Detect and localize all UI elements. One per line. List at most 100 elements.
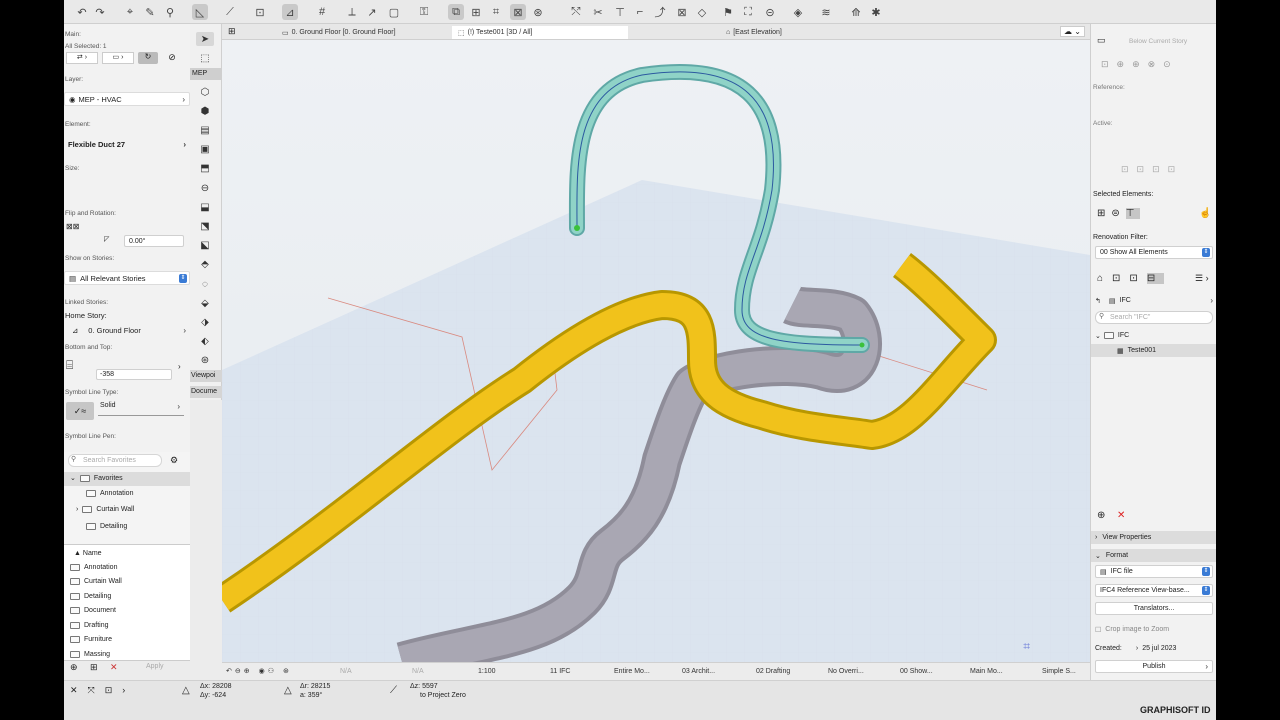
name-column-header[interactable]: ▲ Name: [74, 550, 102, 557]
marquee-tool-icon[interactable]: ⬚: [196, 51, 214, 65]
pen-set-select[interactable]: 03 Archit...: [682, 664, 715, 678]
favorite-item[interactable]: Annotation: [86, 490, 133, 497]
lock-icon[interactable]: ⚿: [416, 4, 432, 20]
intersect-icon[interactable]: ⊤: [612, 4, 628, 20]
duct-fitting-icon[interactable]: ⬢: [196, 104, 214, 118]
format-select[interactable]: ▤ IFC file ⇕: [1095, 565, 1213, 578]
frame-icon[interactable]: ⤴: [652, 4, 668, 20]
home-story-select[interactable]: ⊿ 0. Ground Floor ›: [64, 323, 190, 337]
tree-root[interactable]: ⌄ IFC: [1091, 329, 1216, 342]
duct-endpoint[interactable]: [859, 342, 865, 348]
flag-icon[interactable]: ⚑: [720, 4, 736, 20]
save-favorite-icon[interactable]: ⊞: [90, 662, 98, 673]
hand-icon[interactable]: ☝: [1199, 208, 1211, 219]
status-na-1[interactable]: N/A: [340, 664, 352, 678]
terminal-icon[interactable]: ⬓: [196, 200, 214, 214]
coord-az[interactable]: Δz: 5597: [410, 683, 438, 690]
snap-icon[interactable]: ⊡: [252, 4, 268, 20]
arrow-tool-icon[interactable]: ◺: [192, 4, 208, 20]
story-icon[interactable]: ▭: [1097, 35, 1106, 46]
selection-shape-icon[interactable]: ▭ ›: [102, 52, 134, 64]
rotation-input[interactable]: 0.00°: [124, 235, 184, 247]
override-select[interactable]: No Overri...: [828, 664, 864, 678]
bend-icon[interactable]: ⬖: [196, 334, 214, 348]
duct-endpoint[interactable]: [574, 225, 580, 231]
ifc-selector[interactable]: ↰ ▤ IFC ›: [1091, 294, 1216, 307]
model-view-select[interactable]: Entire Mo...: [614, 664, 650, 678]
favorite-item[interactable]: Detailing: [86, 523, 127, 530]
coord-ay[interactable]: Δy: -624: [200, 692, 226, 699]
coord-ar[interactable]: Δr: 28215: [300, 683, 330, 690]
sync-icon[interactable]: ⊝: [762, 4, 778, 20]
favorites-search-input[interactable]: Search Favorites: [68, 454, 162, 467]
equipment-icon[interactable]: ⬘: [196, 257, 214, 271]
arrow-tool-icon[interactable]: ➤: [196, 32, 214, 46]
3d-icon[interactable]: ⌗: [488, 4, 504, 20]
measure-icon[interactable]: ⟂: [344, 4, 360, 20]
selection-method-icon[interactable]: ⇄ ›: [66, 52, 98, 64]
status-na-2[interactable]: N/A: [412, 664, 424, 678]
line-tool-icon[interactable]: ⟋: [222, 4, 238, 20]
partial-structure-select[interactable]: Simple S...: [1042, 664, 1076, 678]
favorite-item[interactable]: › Curtain Wall: [76, 506, 134, 513]
view-properties-header[interactable]: › View Properties: [1091, 531, 1216, 544]
new-folder-icon[interactable]: ⊕: [1097, 510, 1105, 521]
mep-group-label[interactable]: MEP: [190, 68, 222, 80]
view-options-icon[interactable]: ☁ ⌄: [1060, 26, 1085, 37]
eyedropper-icon[interactable]: ✎: [142, 4, 158, 20]
transition-icon[interactable]: ⬔: [196, 219, 214, 233]
document-group-label[interactable]: Docume: [190, 386, 222, 398]
ifc-version-select[interactable]: IFC4 Reference View-base... ⇕: [1095, 584, 1213, 597]
tree-item-teste001[interactable]: ▦ Teste001: [1091, 344, 1216, 357]
layer-icon[interactable]: ▢: [386, 4, 402, 20]
flex-pipe-icon[interactable]: ◌: [196, 277, 214, 291]
trace-icon[interactable]: ⧉: [448, 4, 464, 20]
viewpoint-group-label[interactable]: Viewpoi: [190, 370, 222, 382]
pick-up-icon[interactable]: ⌖: [122, 4, 138, 20]
tab-3d[interactable]: ⬚ (!) Teste001 [3D / All]: [452, 26, 628, 39]
guide-icon[interactable]: ⊿: [282, 4, 298, 20]
curve-icon[interactable]: ⌐: [632, 4, 648, 20]
layer-select[interactable]: ◉ MEP - HVAC ›: [64, 92, 190, 106]
list-item[interactable]: Massing: [70, 651, 110, 658]
favorites-folder[interactable]: ⌄ Favorites: [70, 474, 123, 482]
scale-select[interactable]: 1:100: [478, 664, 496, 678]
renovation-filter-select[interactable]: 00 Show All Elements ⇕: [1095, 246, 1213, 259]
zoom-controls[interactable]: ↶ ⊖ ⊕ ◉ ⚇ ⊛: [226, 664, 289, 678]
add-favorite-icon[interactable]: ⊕: [70, 662, 78, 673]
duct-tool-icon[interactable]: ⬡: [196, 85, 214, 99]
navigation-cube-icon[interactable]: ⌗: [1023, 639, 1030, 654]
pointer-icon[interactable]: ↗: [364, 4, 380, 20]
renovation-select[interactable]: 00 Show...: [900, 664, 933, 678]
list-item[interactable]: Drafting: [70, 622, 109, 629]
marker-icon[interactable]: ◇: [694, 4, 710, 20]
gear-icon[interactable]: ✱: [868, 4, 884, 20]
branch-icon[interactable]: ⬕: [196, 238, 214, 252]
split-icon[interactable]: ⤲: [568, 4, 584, 20]
symbol-line-type-select[interactable]: Solid ›: [98, 402, 184, 416]
coord-ax[interactable]: Δx: 28208: [200, 683, 232, 690]
compare-icons[interactable]: ⊡⊡⊡⊡: [1121, 164, 1183, 175]
gear-icon[interactable]: ⚙: [170, 455, 178, 466]
show-on-stories-select[interactable]: ▤ All Relevant Stories ⇕: [64, 271, 190, 285]
coord-angle[interactable]: a: 359°: [300, 692, 322, 699]
fan-icon[interactable]: ⬗: [196, 315, 214, 329]
bottom-input[interactable]: -358: [96, 369, 172, 380]
list-item[interactable]: Document: [70, 607, 116, 614]
crop-checkbox[interactable]: ☐ Crop image to Zoom: [1091, 623, 1216, 636]
cable-tray-icon[interactable]: ⬒: [196, 161, 214, 175]
list-item[interactable]: Furniture: [70, 636, 112, 643]
window-icon[interactable]: ⛶: [740, 4, 756, 20]
valve-icon[interactable]: ⬙: [196, 296, 214, 310]
navigator-mode-icons[interactable]: ⌂⊡⊡⊟: [1097, 273, 1165, 284]
adjust-icon[interactable]: ✂: [590, 4, 606, 20]
tab-east-elevation[interactable]: ⌂ [East Elevation]: [726, 26, 782, 39]
line-type-icon[interactable]: ✓≈: [66, 402, 94, 420]
structure-display-select[interactable]: Main Mo...: [970, 664, 1003, 678]
list-item[interactable]: Annotation: [70, 564, 117, 571]
stack-icon[interactable]: ◈: [790, 4, 806, 20]
navigator-search-input[interactable]: Search "IFC": [1095, 311, 1213, 324]
trace-tool-icons[interactable]: ⊡⊕⊕⊗⊙: [1101, 59, 1211, 70]
redo-icon[interactable]: ↷: [92, 4, 108, 20]
tab-ground-floor[interactable]: ▭ 0. Ground Floor [0. Ground Floor]: [282, 26, 396, 39]
